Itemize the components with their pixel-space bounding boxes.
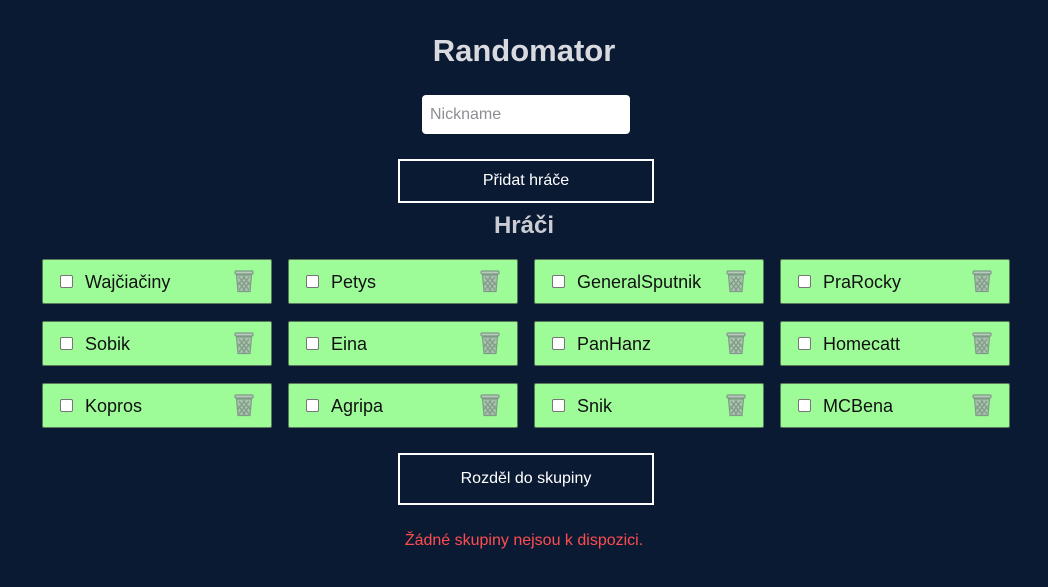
add-player-button[interactable]: Přidat hráče <box>398 159 654 203</box>
player-checkbox[interactable] <box>552 275 565 288</box>
player-card: GeneralSputnik <box>534 259 764 304</box>
player-name: Wajčiačiny <box>85 272 171 292</box>
page: Randomator Přidat hráče Hráči Wajčiačiny… <box>0 0 1048 587</box>
player-checkbox[interactable] <box>552 337 565 350</box>
trash-icon[interactable] <box>725 331 747 355</box>
player-card: PanHanz <box>534 321 764 366</box>
player-name: Homecatt <box>823 334 901 354</box>
player-card: Snik <box>534 383 764 428</box>
player-name: GeneralSputnik <box>577 272 702 292</box>
player-card: Wajčiačiny <box>42 259 272 304</box>
trash-icon[interactable] <box>725 269 747 293</box>
trash-icon[interactable] <box>233 331 255 355</box>
player-checkbox[interactable] <box>60 399 73 412</box>
player-checkbox[interactable] <box>798 337 811 350</box>
app-title: Randomator <box>432 33 616 68</box>
nickname-input[interactable] <box>422 95 630 134</box>
player-checkbox[interactable] <box>552 399 565 412</box>
player-card: Petys <box>288 259 518 304</box>
player-card: PraRocky <box>780 259 1010 304</box>
trash-icon[interactable] <box>479 331 501 355</box>
player-card: Homecatt <box>780 321 1010 366</box>
player-checkbox[interactable] <box>60 275 73 288</box>
trash-icon[interactable] <box>233 393 255 417</box>
player-name: Agripa <box>331 396 384 416</box>
players-heading: Hráči <box>493 212 555 239</box>
trash-icon[interactable] <box>725 393 747 417</box>
player-checkbox[interactable] <box>798 275 811 288</box>
player-name: Snik <box>577 396 613 416</box>
player-card: Agripa <box>288 383 518 428</box>
player-name: Sobik <box>85 334 131 354</box>
trash-icon[interactable] <box>971 393 993 417</box>
player-name: Eina <box>331 334 368 354</box>
player-name: Kopros <box>85 396 143 416</box>
trash-icon[interactable] <box>479 393 501 417</box>
player-name: Petys <box>331 272 377 292</box>
player-name: MCBena <box>823 396 894 416</box>
player-name: PanHanz <box>577 334 652 354</box>
player-card: Eina <box>288 321 518 366</box>
player-name: PraRocky <box>823 272 902 292</box>
trash-icon[interactable] <box>971 269 993 293</box>
trash-icon[interactable] <box>233 269 255 293</box>
players-grid: Wajčiačiny Petys GeneralSputnik PraRocky… <box>42 259 1010 428</box>
player-checkbox[interactable] <box>306 337 319 350</box>
player-checkbox[interactable] <box>306 399 319 412</box>
player-card: Sobik <box>42 321 272 366</box>
player-checkbox[interactable] <box>798 399 811 412</box>
trash-icon[interactable] <box>479 269 501 293</box>
no-groups-message: Žádné skupiny nejsou k dispozici. <box>404 532 644 549</box>
split-into-groups-button[interactable]: Rozděl do skupiny <box>398 453 654 505</box>
player-checkbox[interactable] <box>60 337 73 350</box>
player-card: Kopros <box>42 383 272 428</box>
player-checkbox[interactable] <box>306 275 319 288</box>
player-card: MCBena <box>780 383 1010 428</box>
trash-icon[interactable] <box>971 331 993 355</box>
